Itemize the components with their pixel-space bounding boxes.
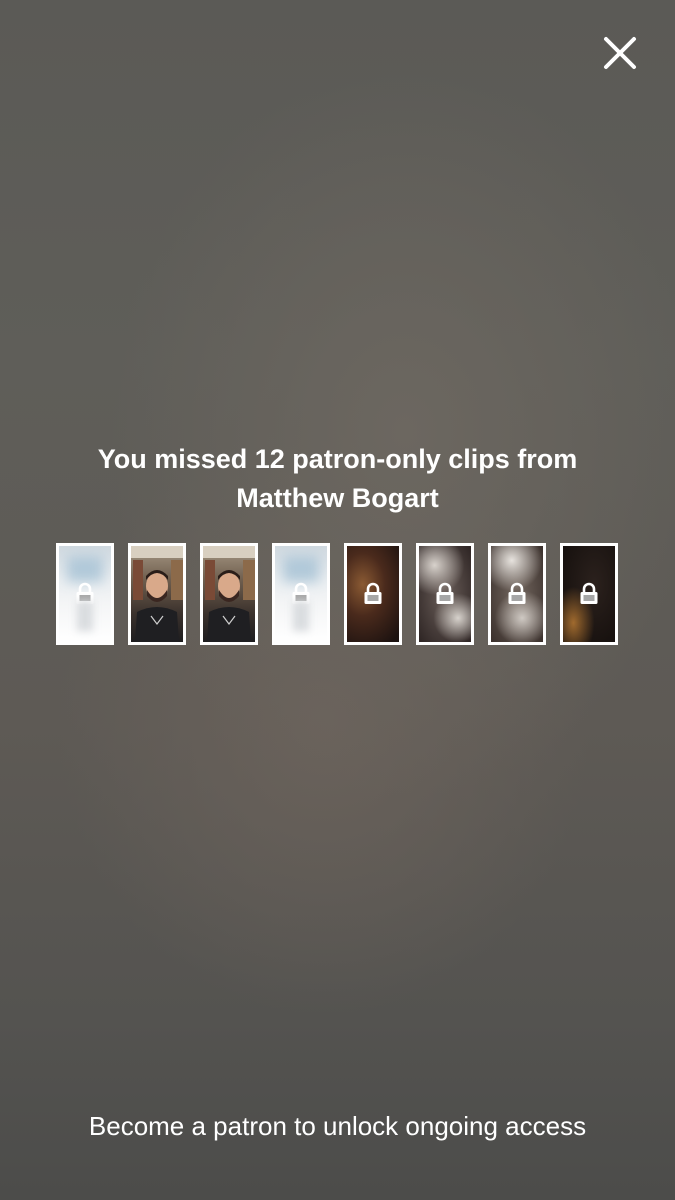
- clip-thumbnail[interactable]: [416, 543, 474, 645]
- clip-thumbnail[interactable]: [56, 543, 114, 645]
- clip-thumbnail[interactable]: [560, 543, 618, 645]
- clip-thumbnail[interactable]: [488, 543, 546, 645]
- become-patron-link[interactable]: Become a patron to unlock ongoing access: [0, 1108, 675, 1144]
- clip-thumbnail[interactable]: [344, 543, 402, 645]
- close-icon: [604, 37, 636, 69]
- lock-icon: [507, 582, 527, 606]
- lock-icon: [291, 582, 311, 606]
- clip-thumbnail[interactable]: [128, 543, 186, 645]
- lock-icon: [435, 582, 455, 606]
- clip-thumbnail[interactable]: [200, 543, 258, 645]
- close-button[interactable]: [601, 34, 639, 72]
- lock-icon: [75, 582, 95, 606]
- clip-thumbnails: [56, 543, 620, 645]
- clip-thumbnail[interactable]: [272, 543, 330, 645]
- lock-icon: [579, 582, 599, 606]
- headline: You missed 12 patron-only clips from Mat…: [97, 444, 578, 513]
- lock-icon: [363, 582, 383, 606]
